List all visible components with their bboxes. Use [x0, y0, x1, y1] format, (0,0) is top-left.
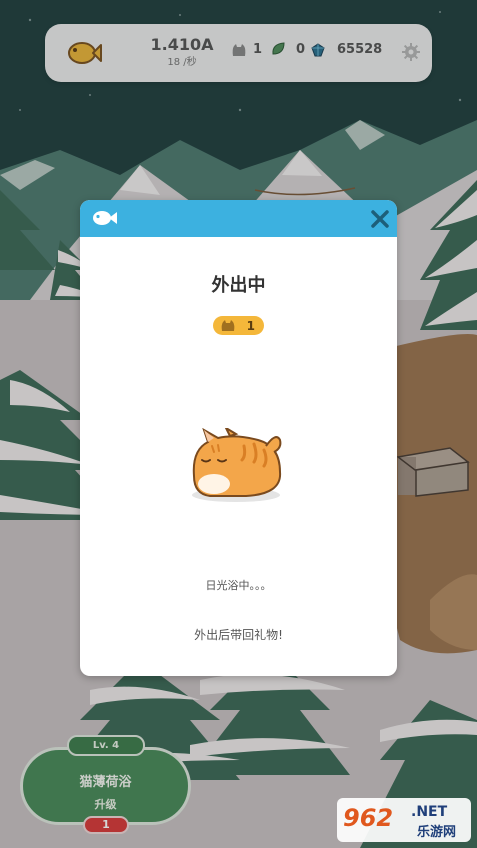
close-icon[interactable] [370, 209, 390, 229]
cat-count: 1 [246, 318, 255, 333]
dialog-status-text: 日光浴中。。。 [205, 579, 272, 592]
watermark-brand: 962 [343, 804, 393, 832]
outing-dialog: 外出中 1 日光浴中。。。 外出后带回礼物! [80, 200, 397, 676]
fish-icon [93, 211, 117, 225]
dialog-header [80, 200, 397, 237]
cat-count-badge: 1 [213, 316, 264, 335]
sleeping-cat-illustration [192, 428, 282, 502]
dialog-title: 外出中 [211, 275, 266, 296]
site-watermark: 962 .NET 乐游网 [337, 798, 471, 842]
dialog-hint-text: 外出后带回礼物! [194, 628, 283, 642]
watermark-site: 乐游网 [417, 824, 456, 840]
cat-icon [221, 319, 235, 331]
watermark-suffix: .NET [411, 804, 448, 820]
